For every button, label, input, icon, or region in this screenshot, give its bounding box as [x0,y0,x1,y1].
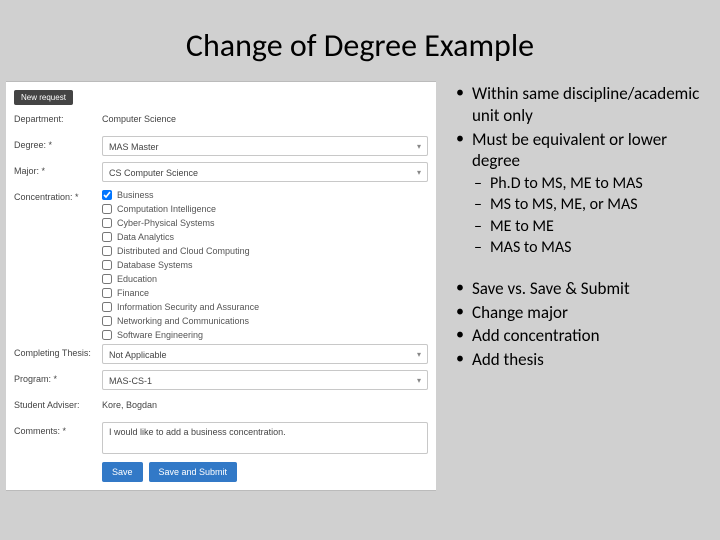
concentration-item[interactable]: Computation Intelligence [102,204,428,214]
slide-title: Change of Degree Example [0,0,720,79]
concentration-item[interactable]: Business [102,190,428,200]
label-adviser: Student Adviser: [14,396,102,410]
concentration-label: Cyber-Physical Systems [117,218,215,228]
sub-bullet-3: ME to ME [454,217,714,237]
row-thesis: Completing Thesis: Not Applicable [14,344,428,366]
concentration-item[interactable]: Cyber-Physical Systems [102,218,428,228]
concentration-label: Education [117,274,157,284]
concentration-checkbox[interactable] [102,246,112,256]
label-thesis: Completing Thesis: [14,344,102,358]
spacer [454,260,714,278]
concentration-label: Business [117,190,154,200]
content-row: New request Department: Computer Science… [0,79,720,491]
value-department: Computer Science [102,110,428,124]
row-adviser: Student Adviser: Kore, Bogdan [14,396,428,418]
concentration-checkbox[interactable] [102,218,112,228]
bullet-3: Save vs. Save & Submit [454,278,714,300]
concentration-item[interactable]: Software Engineering [102,330,428,340]
concentration-item[interactable]: Data Analytics [102,232,428,242]
new-request-button[interactable]: New request [14,90,73,105]
concentration-label: Networking and Communications [117,316,249,326]
concentration-item[interactable]: Education [102,274,428,284]
concentration-checkbox[interactable] [102,330,112,340]
slide-container: Change of Degree Example New request Dep… [0,0,720,540]
label-department: Department: [14,110,102,124]
bullet-1: Within same discipline/academic unit onl… [454,83,714,127]
concentration-checkbox[interactable] [102,260,112,270]
comments-textarea[interactable] [102,422,428,454]
concentration-label: Database Systems [117,260,193,270]
row-program: Program: * MAS-CS-1 [14,370,428,392]
program-select[interactable]: MAS-CS-1 [102,370,428,390]
concentration-label: Distributed and Cloud Computing [117,246,250,256]
sub-bullet-4: MAS to MAS [454,238,714,258]
concentration-label: Computation Intelligence [117,204,216,214]
concentration-item[interactable]: Distributed and Cloud Computing [102,246,428,256]
concentration-checkbox[interactable] [102,288,112,298]
concentration-label: Information Security and Assurance [117,302,259,312]
form-body: Department: Computer Science Degree: * M… [14,110,428,482]
form-screenshot: New request Department: Computer Science… [6,81,436,491]
thesis-select[interactable]: Not Applicable [102,344,428,364]
concentration-item[interactable]: Information Security and Assurance [102,302,428,312]
concentration-label: Software Engineering [117,330,203,340]
concentration-checkbox[interactable] [102,232,112,242]
concentration-label: Finance [117,288,149,298]
concentration-list: Business Computation Intelligence Cyber-Ph… [102,188,428,340]
concentration-checkbox[interactable] [102,316,112,326]
concentration-checkbox[interactable] [102,302,112,312]
bullet-4: Change major [454,302,714,324]
concentration-item[interactable]: Database Systems [102,260,428,270]
concentration-item[interactable]: Finance [102,288,428,298]
bullet-column: Within same discipline/academic unit onl… [436,79,714,491]
concentration-checkbox[interactable] [102,274,112,284]
value-adviser: Kore, Bogdan [102,396,428,410]
bullet-2: Must be equivalent or lower degree [454,129,714,173]
row-comments: Comments: * [14,422,428,456]
label-concentration: Concentration: * [14,188,102,202]
bullet-5: Add concentration [454,325,714,347]
save-button[interactable]: Save [102,462,143,482]
sub-bullet-2: MS to MS, ME, or MAS [454,195,714,215]
major-select[interactable]: CS Computer Science [102,162,428,182]
button-row: Save Save and Submit [102,462,428,482]
sub-bullet-1: Ph.D to MS, ME to MAS [454,174,714,194]
label-degree: Degree: * [14,136,102,150]
row-major: Major: * CS Computer Science [14,162,428,184]
row-degree: Degree: * MAS Master [14,136,428,158]
row-concentration: Concentration: * Business Computation Int… [14,188,428,340]
row-department: Department: Computer Science [14,110,428,132]
concentration-item[interactable]: Networking and Communications [102,316,428,326]
label-major: Major: * [14,162,102,176]
concentration-label: Data Analytics [117,232,174,242]
label-program: Program: * [14,370,102,384]
save-and-submit-button[interactable]: Save and Submit [149,462,238,482]
concentration-checkbox[interactable] [102,204,112,214]
bullet-6: Add thesis [454,349,714,371]
concentration-checkbox[interactable] [102,190,112,200]
degree-select[interactable]: MAS Master [102,136,428,156]
label-comments: Comments: * [14,422,102,436]
